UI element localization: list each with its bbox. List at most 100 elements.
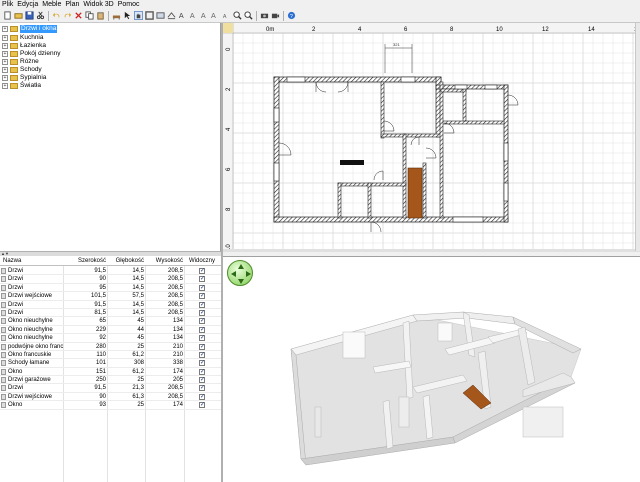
delete-icon[interactable] bbox=[73, 11, 83, 21]
tree-item-sypialnia[interactable]: + Sypialnia bbox=[2, 74, 46, 82]
plan-horizontal-scrollbar[interactable] bbox=[223, 249, 640, 252]
visible-checkbox[interactable]: ✓ bbox=[199, 393, 205, 400]
table-row[interactable]: Okno nieuchylne 65 45 134 ✓ bbox=[0, 317, 221, 326]
cut-icon[interactable] bbox=[35, 11, 45, 21]
add-furniture-icon[interactable] bbox=[111, 11, 121, 21]
table-row[interactable]: Drzwi 91,5 21,3 208,5 ✓ bbox=[0, 384, 221, 393]
expand-icon[interactable]: + bbox=[2, 83, 8, 89]
paste-icon[interactable] bbox=[95, 11, 105, 21]
door-swings[interactable] bbox=[278, 81, 519, 233]
visible-checkbox[interactable]: ✓ bbox=[199, 368, 205, 375]
menu-edycja[interactable]: Edycja bbox=[17, 0, 38, 9]
expand-icon[interactable]: + bbox=[2, 26, 8, 32]
plan-view[interactable]: 0m 246810121416 024681012 321 bbox=[223, 23, 640, 251]
tree-item-kuchnia[interactable]: + Kuchnia bbox=[2, 34, 44, 42]
table-row[interactable]: Drzwi 91,5 14,5 208,5 ✓ bbox=[0, 301, 221, 309]
visible-checkbox[interactable]: ✓ bbox=[199, 268, 205, 274]
save-icon[interactable] bbox=[24, 11, 34, 21]
table-row[interactable]: Drzwi garażowe 250 25 205 ✓ bbox=[0, 376, 221, 385]
create-dimensions-icon[interactable] bbox=[166, 11, 176, 21]
visible-checkbox[interactable]: ✓ bbox=[199, 377, 205, 384]
visible-checkbox[interactable]: ✓ bbox=[199, 276, 205, 283]
table-row[interactable]: Okno nieuchylne 229 44 134 ✓ bbox=[0, 326, 221, 335]
table-row[interactable]: Okno 93 25 174 ✓ bbox=[0, 401, 221, 410]
visible-checkbox[interactable]: ✓ bbox=[199, 301, 205, 308]
visible-checkbox[interactable]: ✓ bbox=[199, 284, 205, 291]
3d-view[interactable] bbox=[223, 256, 640, 482]
3d-canvas[interactable] bbox=[223, 257, 640, 482]
menu-widok-3d[interactable]: Widok 3D bbox=[83, 0, 113, 9]
create-photo-icon[interactable] bbox=[259, 11, 269, 21]
ruler-left bbox=[223, 23, 233, 251]
zoom-out-icon[interactable] bbox=[243, 11, 253, 21]
table-row[interactable]: Okno nieuchylne 92 45 134 ✓ bbox=[0, 334, 221, 343]
table-row[interactable]: Drzwi wejściowe 101,5 57,5 208,5 ✓ bbox=[0, 292, 221, 301]
table-row[interactable]: Drzwi 91,5 14,5 208,5 ✓ bbox=[0, 267, 221, 276]
tree-item-rozne[interactable]: + Różne bbox=[2, 58, 39, 66]
visible-checkbox[interactable]: ✓ bbox=[199, 318, 205, 325]
text-style-a-icon[interactable]: A bbox=[188, 11, 198, 21]
expand-icon[interactable]: + bbox=[2, 67, 8, 73]
redo-icon[interactable] bbox=[62, 11, 72, 21]
column-header-depth[interactable]: Głębokość bbox=[108, 257, 144, 265]
increase-text-icon[interactable]: A bbox=[210, 11, 220, 21]
menu-pomoc[interactable]: Pomoc bbox=[118, 0, 140, 9]
visible-checkbox[interactable]: ✓ bbox=[199, 335, 205, 342]
expand-icon[interactable]: + bbox=[2, 43, 8, 49]
expand-icon[interactable]: + bbox=[2, 75, 8, 81]
visible-checkbox[interactable]: ✓ bbox=[199, 351, 205, 358]
table-row[interactable]: Drzwi wejściowe 90 61,3 208,5 ✓ bbox=[0, 393, 221, 402]
zoom-in-icon[interactable] bbox=[232, 11, 242, 21]
furniture-item-icon bbox=[1, 268, 6, 274]
visible-checkbox[interactable]: ✓ bbox=[199, 360, 205, 367]
table-row[interactable]: podwójne okno franc... 280 25 210 ✓ bbox=[0, 343, 221, 351]
create-video-icon[interactable] bbox=[270, 11, 280, 21]
plan-canvas[interactable]: 0m 246810121416 024681012 321 bbox=[223, 23, 640, 251]
tree-item-schody[interactable]: + Schody bbox=[2, 66, 42, 74]
visible-checkbox[interactable]: ✓ bbox=[199, 309, 205, 316]
visible-checkbox[interactable]: ✓ bbox=[199, 402, 205, 409]
text-style-b-icon[interactable]: A bbox=[199, 11, 209, 21]
selected-furniture[interactable] bbox=[340, 160, 364, 165]
create-rooms-icon[interactable] bbox=[155, 11, 165, 21]
new-file-icon[interactable] bbox=[2, 11, 12, 21]
expand-icon[interactable]: + bbox=[2, 59, 8, 65]
visible-checkbox[interactable]: ✓ bbox=[199, 293, 205, 300]
expand-icon[interactable]: + bbox=[2, 51, 8, 57]
select-arrow-icon[interactable] bbox=[122, 11, 132, 21]
undo-icon[interactable] bbox=[51, 11, 61, 21]
menu-plan[interactable]: Plan bbox=[65, 0, 79, 9]
decrease-text-icon[interactable]: A bbox=[221, 11, 231, 21]
stairs[interactable] bbox=[407, 167, 423, 219]
add-text-icon[interactable]: A bbox=[177, 11, 187, 21]
pan-icon[interactable] bbox=[133, 11, 143, 21]
table-row[interactable]: Schody łamane 101 308 338 ✓ bbox=[0, 359, 221, 368]
open-folder-icon[interactable] bbox=[13, 11, 23, 21]
table-row[interactable]: Drzwi 95 14,5 208,5 ✓ bbox=[0, 284, 221, 293]
table-row[interactable]: Drzwi 81,5 14,5 208,5 ✓ bbox=[0, 309, 221, 318]
furniture-item-icon bbox=[1, 368, 6, 375]
menu-plik[interactable]: Plik bbox=[2, 0, 13, 9]
menu-meble[interactable]: Meble bbox=[42, 0, 61, 9]
expand-icon[interactable]: + bbox=[2, 35, 8, 41]
3d-navigation-arrows-icon[interactable] bbox=[227, 260, 253, 286]
tree-item-lazienka[interactable]: + Łazienka bbox=[2, 42, 46, 50]
dimension-line[interactable]: 321 bbox=[384, 42, 413, 73]
copy-icon[interactable] bbox=[84, 11, 94, 21]
table-row[interactable]: Okno francuskie 110 61,2 210 ✓ bbox=[0, 351, 221, 360]
tree-item-pokoj-dzienny[interactable]: + Pokój dzienny bbox=[2, 50, 60, 58]
plan-vertical-scrollbar[interactable] bbox=[635, 23, 640, 251]
tree-item-drzwi-i-okna[interactable]: + Drzwi i okna bbox=[2, 25, 58, 33]
column-header-visible[interactable]: Widoczny bbox=[186, 257, 218, 265]
column-header-name[interactable]: Nazwa bbox=[3, 257, 63, 265]
tree-item-swiatla[interactable]: + Światła bbox=[2, 82, 41, 90]
table-row[interactable]: Okno 151 61,2 174 ✓ bbox=[0, 368, 221, 377]
column-header-width[interactable]: Szerokość bbox=[64, 257, 106, 265]
create-walls-icon[interactable] bbox=[144, 11, 154, 21]
visible-checkbox[interactable]: ✓ bbox=[199, 343, 205, 350]
column-header-height[interactable]: Wysokość bbox=[146, 257, 183, 265]
visible-checkbox[interactable]: ✓ bbox=[199, 385, 205, 392]
visible-checkbox[interactable]: ✓ bbox=[199, 326, 205, 333]
help-icon[interactable]: ? bbox=[286, 11, 296, 21]
table-row[interactable]: Drzwi 90 14,5 208,5 ✓ bbox=[0, 275, 221, 284]
